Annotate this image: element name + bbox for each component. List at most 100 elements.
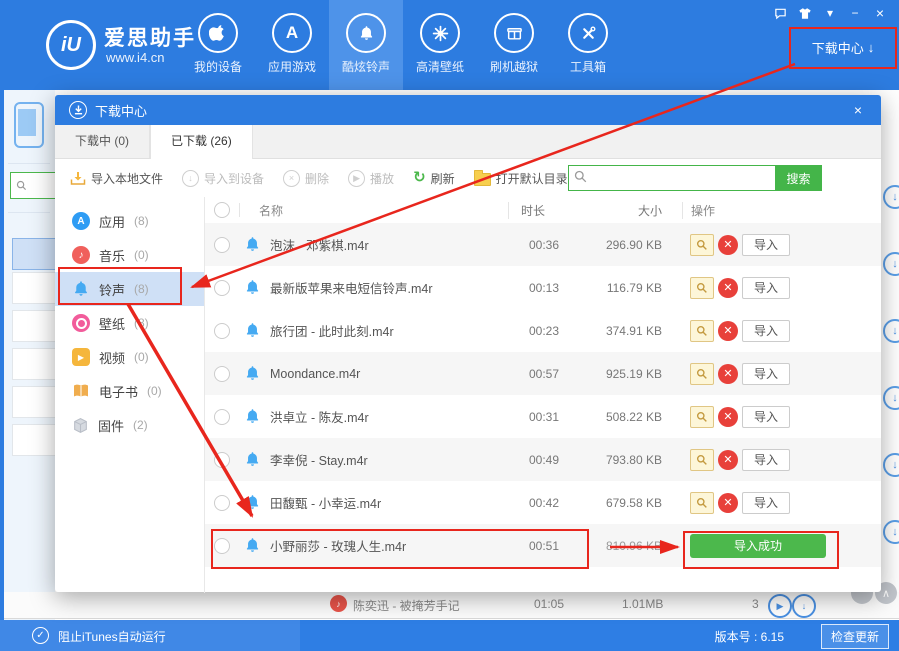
- row-checkbox[interactable]: [214, 452, 230, 468]
- header-name[interactable]: 名称: [240, 202, 508, 219]
- table-row[interactable]: 最新版苹果来电短信铃声.m4r 00:13 116.79 KB ✕ 导入: [205, 266, 881, 309]
- background-search-box[interactable]: [10, 172, 61, 199]
- download-circle-icon[interactable]: ↓: [883, 453, 899, 477]
- nav-wallpapers[interactable]: 高清壁纸: [403, 0, 477, 90]
- nav-toolbox[interactable]: 工具箱: [551, 0, 625, 90]
- download-circle-icon[interactable]: ↓: [883, 520, 899, 544]
- close-icon[interactable]: ×: [849, 101, 867, 119]
- import-button[interactable]: 导入: [742, 406, 790, 428]
- row-checkbox[interactable]: [214, 237, 230, 253]
- nav-ringtones[interactable]: 酷炫铃声: [329, 0, 403, 90]
- background-list-item[interactable]: [12, 386, 56, 418]
- ringtone-duration: 00:42: [507, 496, 580, 510]
- table-row[interactable]: 田馥甄 - 小幸运.m4r 00:42 679.58 KB ✕ 导入: [205, 481, 881, 524]
- check-update-button[interactable]: 检查更新: [821, 624, 889, 649]
- menu-icon[interactable]: ▾: [823, 6, 837, 20]
- delete-row-button[interactable]: ✕: [718, 493, 738, 513]
- import-button[interactable]: 导入: [742, 492, 790, 514]
- delete-row-button[interactable]: ✕: [718, 407, 738, 427]
- download-center-button[interactable]: 下载中心 ↓: [791, 28, 895, 66]
- delete-row-button[interactable]: ✕: [718, 278, 738, 298]
- tab-downloaded[interactable]: 已下载 (26): [150, 125, 253, 159]
- category-music[interactable]: ♪ 音乐 (0): [55, 238, 204, 272]
- row-checkbox[interactable]: [214, 366, 230, 382]
- row-checkbox[interactable]: [214, 538, 230, 554]
- delete-row-button[interactable]: ✕: [718, 450, 738, 470]
- table-row[interactable]: 旅行团 - 此时此刻.m4r 00:23 374.91 KB ✕ 导入: [205, 309, 881, 352]
- category-videos[interactable]: ▶ 视频 (0): [55, 340, 204, 374]
- header-size[interactable]: 大小: [580, 202, 682, 219]
- locate-file-button[interactable]: [690, 492, 714, 514]
- download-circle-icon[interactable]: ↓: [883, 319, 899, 343]
- block-itunes-label[interactable]: 阻止iTunes自动运行: [58, 628, 166, 645]
- import-success-button[interactable]: 导入成功: [690, 534, 826, 558]
- delete-row-button[interactable]: ✕: [718, 321, 738, 341]
- folder-icon: [474, 173, 491, 186]
- locate-file-button[interactable]: [690, 234, 714, 256]
- nav-flash-jailbreak[interactable]: 刷机越狱: [477, 0, 551, 90]
- import-local-file-button[interactable]: 导入本地文件: [70, 170, 163, 187]
- search-input[interactable]: [568, 165, 775, 191]
- category-ringtones[interactable]: 铃声 (8): [55, 272, 204, 306]
- import-to-device-button[interactable]: ↓ 导入到设备: [182, 170, 264, 187]
- locate-file-button[interactable]: [690, 449, 714, 471]
- version-label: 版本号 : 6.15: [715, 628, 784, 645]
- table-row[interactable]: 洪卓立 - 陈友.m4r 00:31 508.22 KB ✕ 导入: [205, 395, 881, 438]
- import-button[interactable]: 导入: [742, 449, 790, 471]
- tab-downloading[interactable]: 下载中 (0): [55, 125, 150, 158]
- background-list-item[interactable]: [12, 348, 56, 380]
- open-default-dir-button[interactable]: 打开默认目录: [474, 170, 568, 187]
- nav-label: 刷机越狱: [490, 58, 538, 75]
- import-button[interactable]: 导入: [742, 277, 790, 299]
- header-action[interactable]: 操作: [682, 202, 881, 219]
- row-checkbox[interactable]: [214, 409, 230, 425]
- locate-file-button[interactable]: [690, 320, 714, 342]
- i4-logo-icon: iU: [46, 20, 96, 70]
- background-list-item[interactable]: [12, 272, 56, 304]
- refresh-button[interactable]: ↻ 刷新: [413, 170, 455, 187]
- import-button[interactable]: 导入: [742, 234, 790, 256]
- table-row[interactable]: 李幸倪 - Stay.m4r 00:49 793.80 KB ✕ 导入: [205, 438, 881, 481]
- select-all-checkbox[interactable]: [214, 202, 230, 218]
- play-button[interactable]: ▶ 播放: [348, 170, 394, 187]
- table-row[interactable]: 泡沫 - 邓紫棋.m4r 00:36 296.90 KB ✕ 导入: [205, 223, 881, 266]
- ringtone-name: Moondance.m4r: [270, 367, 360, 381]
- nav-my-device[interactable]: 我的设备: [181, 0, 255, 90]
- download-circle-icon[interactable]: ↓: [883, 185, 899, 209]
- nav-app-games[interactable]: A 应用游戏: [255, 0, 329, 90]
- background-list-item[interactable]: [12, 424, 56, 456]
- feedback-icon[interactable]: [773, 6, 787, 20]
- play-button[interactable]: ▶: [768, 594, 792, 618]
- category-wallpapers[interactable]: 壁纸 (8): [55, 306, 204, 340]
- locate-file-button[interactable]: [690, 277, 714, 299]
- header-duration[interactable]: 时长: [508, 202, 580, 219]
- download-button[interactable]: ↓: [792, 594, 816, 618]
- row-checkbox[interactable]: [214, 323, 230, 339]
- table-row[interactable]: 小野丽莎 - 玫瑰人生.m4r 00:51 810.96 KB 导入成功: [205, 524, 881, 567]
- import-button[interactable]: 导入: [742, 363, 790, 385]
- locate-file-button[interactable]: [690, 406, 714, 428]
- row-checkbox[interactable]: [214, 495, 230, 511]
- song-size: 1.01MB: [622, 597, 663, 611]
- delete-row-button[interactable]: ✕: [718, 235, 738, 255]
- locate-file-button[interactable]: [690, 363, 714, 385]
- check-circle-icon[interactable]: ✓: [32, 627, 49, 644]
- delete-button[interactable]: × 删除: [283, 170, 329, 187]
- search-button[interactable]: 搜索: [775, 165, 822, 191]
- background-list-item-selected[interactable]: [12, 238, 56, 270]
- minimize-icon[interactable]: −: [848, 6, 862, 20]
- category-firmware[interactable]: 固件 (2): [55, 408, 204, 442]
- category-label: 应用: [99, 212, 125, 231]
- download-circle-icon[interactable]: ↓: [883, 252, 899, 276]
- category-apps[interactable]: A 应用 (8): [55, 204, 204, 238]
- theme-icon[interactable]: [798, 6, 812, 20]
- background-list-item[interactable]: [12, 310, 56, 342]
- delete-row-button[interactable]: ✕: [718, 364, 738, 384]
- table-row[interactable]: Moondance.m4r 00:57 925.19 KB ✕ 导入: [205, 352, 881, 395]
- download-circle-icon[interactable]: ↓: [883, 386, 899, 410]
- import-button[interactable]: 导入: [742, 320, 790, 342]
- close-icon[interactable]: ×: [873, 6, 887, 20]
- row-checkbox[interactable]: [214, 280, 230, 296]
- category-ebooks[interactable]: 电子书 (0): [55, 374, 204, 408]
- tools-icon: [568, 13, 608, 53]
